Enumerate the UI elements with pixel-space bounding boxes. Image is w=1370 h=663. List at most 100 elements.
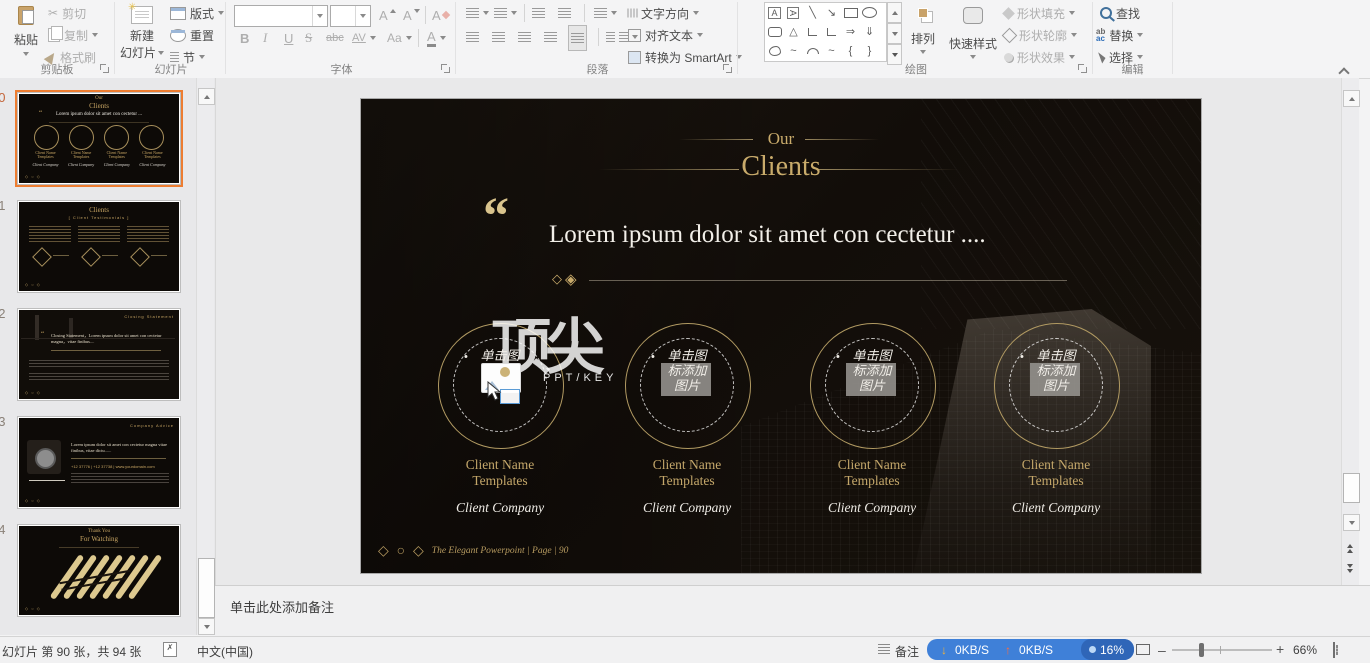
clipboard-dialog-launcher[interactable] <box>100 64 109 73</box>
scroll-up-button[interactable] <box>1343 90 1360 107</box>
client-placeholder-4[interactable]: • 单击图 标添加 图片 Client Name Templates Clien… <box>994 323 1118 533</box>
font-size-dropdown-icon[interactable] <box>355 6 370 26</box>
slide-canvas[interactable]: Our Clients “ Lorem ipsum dolor sit amet… <box>361 99 1201 573</box>
shape-elbow-arrow[interactable] <box>822 23 841 41</box>
scroll-thumb[interactable] <box>1343 473 1360 503</box>
shape-elbow[interactable] <box>803 23 822 41</box>
font-name-dropdown-icon[interactable] <box>312 6 327 26</box>
notes-toggle[interactable]: 备注 <box>895 643 919 660</box>
thumbnail-slide-92[interactable]: Closing Statement “ Closing Statement，Lo… <box>18 309 180 400</box>
fit-to-window-icon[interactable] <box>1333 642 1335 658</box>
new-slide-button[interactable]: ✳ 新建 幻灯片 <box>120 2 164 64</box>
network-speed-widget[interactable]: ↓ 0KB/S ↑ 0KB/S 16% <box>927 639 1134 660</box>
paste-button[interactable]: 粘贴 <box>4 2 48 64</box>
font-dialog-launcher[interactable] <box>441 64 450 73</box>
character-spacing-button[interactable]: AV <box>352 28 376 48</box>
change-case-button[interactable]: Aa <box>387 28 412 48</box>
shape-rectangle[interactable] <box>841 4 860 22</box>
client-company[interactable]: Client Company <box>625 500 749 516</box>
shape-outline-button[interactable]: 形状轮廓 <box>1004 25 1077 45</box>
align-right-button[interactable] <box>518 27 531 47</box>
numbering-button[interactable] <box>494 3 517 23</box>
spellcheck-icon[interactable]: ✗ <box>163 642 177 657</box>
thumbnail-slide-91[interactable]: Clients [ Client Testimonials ] ◇ ○ ◇ <box>18 201 180 292</box>
client-placeholder-3[interactable]: • 单击图 标添加 图片 Client Name Templates Clien… <box>810 323 934 533</box>
font-color-button[interactable]: A <box>427 28 446 48</box>
zoom-in-button[interactable]: + <box>1276 641 1284 657</box>
shape-brace-left[interactable]: { <box>841 42 860 60</box>
align-text-button[interactable]: 对齐文本 <box>628 25 703 45</box>
drawing-dialog-launcher[interactable] <box>1078 64 1087 73</box>
slide-quote-text[interactable]: Lorem ipsum dolor sit amet con cectetur … <box>549 221 986 249</box>
scroll-down-button[interactable] <box>1343 514 1360 531</box>
client-company[interactable]: Client Company <box>810 500 934 516</box>
quick-styles-button[interactable]: 快速样式 <box>947 2 999 64</box>
shape-right-arrow[interactable]: ⇒ <box>841 23 860 41</box>
underline-button[interactable]: U <box>284 28 293 48</box>
client-company[interactable]: Client Company <box>994 500 1118 516</box>
thumbnail-slide-94[interactable]: Thank You For Watching ◇ ○ ◇ <box>18 525 180 616</box>
line-spacing-button[interactable] <box>594 3 617 23</box>
strikethrough-button[interactable]: S <box>305 28 312 48</box>
shape-brace-right[interactable]: } <box>860 42 879 60</box>
align-left-button[interactable] <box>466 27 479 47</box>
layout-button[interactable]: 版式 <box>170 3 224 23</box>
shape-arrow[interactable]: ↘ <box>822 4 841 22</box>
next-slide-button[interactable] <box>1347 564 1353 573</box>
shape-line[interactable]: ╲ <box>803 4 822 22</box>
notes-pane[interactable]: 单击此处添加备注 <box>215 585 1370 637</box>
shape-rounded-rectangle[interactable] <box>765 23 784 41</box>
replace-button[interactable]: abac 替换 <box>1096 25 1143 45</box>
shape-curve[interactable]: ~ <box>822 42 841 60</box>
shape-down-arrow[interactable]: ⇓ <box>860 23 879 41</box>
distribute-button[interactable] <box>568 25 587 51</box>
font-name-combo[interactable] <box>234 5 328 27</box>
font-size-combo[interactable] <box>330 5 371 27</box>
client-name[interactable]: Client Name Templates <box>627 457 747 489</box>
reset-button[interactable]: 重置 <box>170 25 214 45</box>
bold-button[interactable]: B <box>240 28 249 48</box>
shape-scribble[interactable]: ~ <box>784 42 803 60</box>
zoom-out-button[interactable]: – <box>1158 642 1166 658</box>
shape-oval[interactable] <box>860 4 879 22</box>
shape-vertical-textbox[interactable]: A <box>784 4 803 22</box>
thumbnail-scrollbar[interactable] <box>196 78 214 635</box>
slide-eyebrow-title[interactable]: Our <box>361 129 1201 149</box>
find-button[interactable]: 查找 <box>1100 3 1140 23</box>
main-scrollbar[interactable] <box>1341 78 1359 635</box>
thumb-scroll-down[interactable] <box>198 618 215 635</box>
shape-fill-button[interactable]: 形状填充 <box>1004 3 1075 23</box>
text-direction-button[interactable]: 文字方向 <box>628 3 699 23</box>
grow-font-button[interactable]: A <box>379 5 396 25</box>
zoom-level[interactable]: 66% <box>1293 643 1317 657</box>
clear-formatting-button[interactable]: A <box>432 5 449 25</box>
thumb-scroll-up[interactable] <box>198 88 215 105</box>
gallery-scroll-down[interactable] <box>887 23 902 44</box>
copy-button[interactable]: 复制 <box>48 25 98 45</box>
align-center-button[interactable] <box>492 27 505 47</box>
bullets-button[interactable] <box>466 3 489 23</box>
client-name[interactable]: Client Name Templates <box>996 457 1116 489</box>
client-name[interactable]: Client Name Templates <box>440 457 560 489</box>
arrange-button[interactable]: 排列 <box>903 2 943 64</box>
paragraph-dialog-launcher[interactable] <box>723 64 732 73</box>
language-indicator[interactable]: 中文(中国) <box>197 643 253 660</box>
reading-view-icon[interactable] <box>1136 644 1150 655</box>
shape-freeform[interactable] <box>765 42 784 60</box>
slide-main-title[interactable]: Clients <box>361 151 1201 183</box>
cut-button[interactable]: ✂ 剪切 <box>48 3 86 23</box>
text-shadow-button[interactable]: abc <box>326 28 344 48</box>
thumbnail-slide-93[interactable]: Company Advice Lorem ipsum dolor sit ame… <box>18 417 180 508</box>
client-name[interactable]: Client Name Templates <box>812 457 932 489</box>
italic-button[interactable]: I <box>263 28 267 48</box>
zoom-slider-track[interactable] <box>1172 649 1272 651</box>
collapse-ribbon-icon[interactable] <box>1338 67 1349 78</box>
gallery-scroll-up[interactable] <box>887 2 902 23</box>
thumbnail-slide-90[interactable]: Our Clients “ Lorem ipsum dolor sit amet… <box>18 93 180 184</box>
previous-slide-button[interactable] <box>1347 544 1353 553</box>
client-placeholder-2[interactable]: • 单击图 标添加 图片 Client Name Templates Clien… <box>625 323 749 533</box>
shape-textbox[interactable]: A <box>765 4 784 22</box>
notes-placeholder[interactable]: 单击此处添加备注 <box>230 597 334 616</box>
justify-button[interactable] <box>544 27 557 47</box>
shape-arc[interactable] <box>803 42 822 60</box>
